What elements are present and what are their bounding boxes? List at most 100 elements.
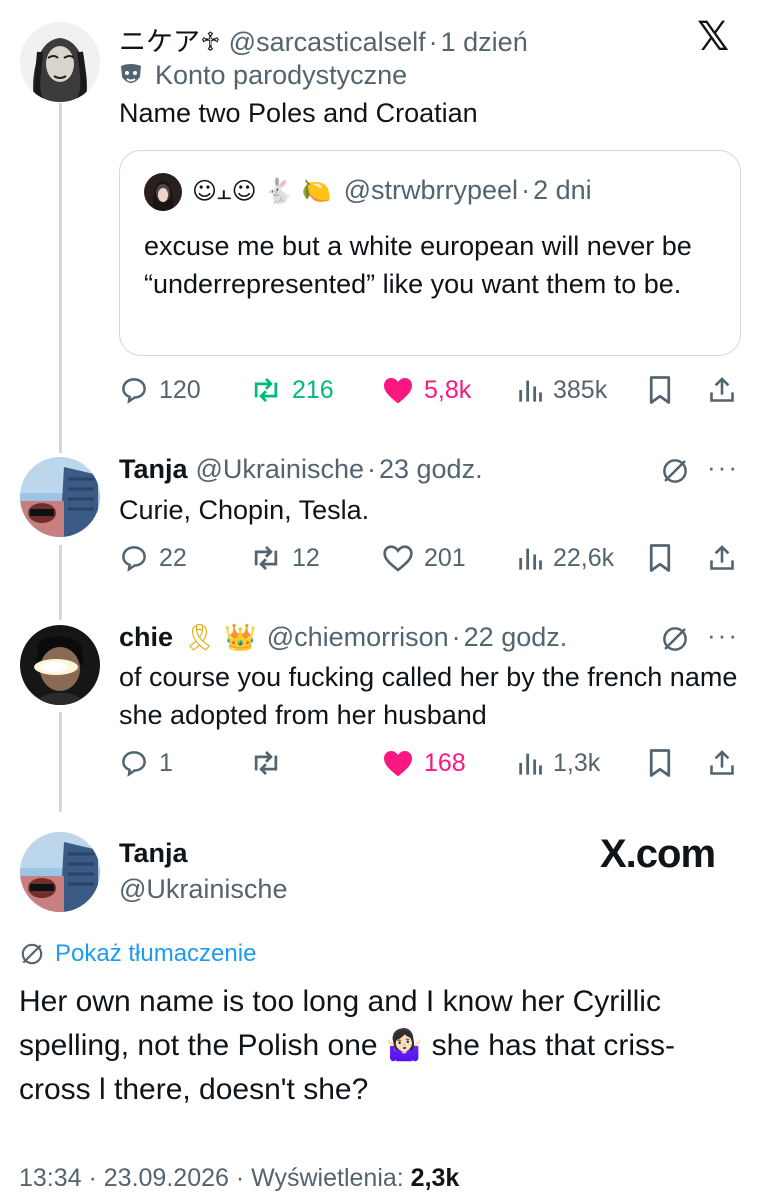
like-count: 168	[424, 748, 466, 777]
views-button[interactable]: 22,6k	[517, 538, 614, 578]
separator: ·	[428, 27, 438, 57]
like-button[interactable]: 168	[382, 743, 466, 783]
views-button[interactable]: 385k	[517, 370, 607, 410]
timestamp[interactable]: 23 godz.	[379, 454, 483, 485]
separator: ·	[451, 622, 461, 652]
repost-icon	[254, 377, 278, 403]
quoted-tweet[interactable]: ☺⫠☺ 🐇 🍋 @strwbrrypeel · 2 dni excuse me …	[119, 150, 741, 356]
show-translation-label: Pokaż tłumaczenie	[55, 940, 257, 967]
tweet-header: Tanja @Ukrainische · 23 godz.	[119, 454, 483, 485]
reply-button[interactable]: 1	[119, 743, 173, 783]
x-logo-icon[interactable]: 𝕏	[697, 14, 729, 60]
main-tweet-text: Her own name is too long and I know her …	[19, 985, 676, 1106]
more-options-button[interactable]: ···	[707, 620, 739, 651]
tweet-actions: 22 12 201 22,6k	[119, 538, 744, 578]
timestamp[interactable]: 22 godz.	[464, 622, 568, 653]
share-button[interactable]	[708, 743, 736, 783]
xcom-watermark: X.com	[600, 832, 716, 876]
main-views-count: 2,3k	[410, 1164, 460, 1192]
theater-mask-icon	[121, 63, 141, 83]
bookmark-icon	[649, 376, 671, 404]
repost-button[interactable]: 216	[250, 370, 334, 410]
quote-handle: @strwbrrypeel	[343, 175, 519, 205]
translate-icon[interactable]	[660, 456, 690, 486]
tweet-actions: 120 216 5,8k 385k	[119, 370, 744, 410]
views-count: 385k	[553, 375, 608, 404]
share-icon	[710, 377, 734, 402]
quote-time: 2 dni	[533, 175, 592, 205]
tweet-text: Curie, Chopin, Tesla.	[119, 495, 370, 525]
heart-filled-icon	[384, 751, 412, 777]
translate-icon[interactable]	[660, 624, 690, 654]
quote-header: ☺⫠☺ 🐇 🍋 @strwbrrypeel · 2 dni	[192, 175, 592, 206]
views-count: 22,6k	[553, 543, 615, 572]
tweet-header: chie 🎗 👑 @chiemorrison · 22 godz.	[119, 622, 567, 653]
main-display-name[interactable]: Tanja	[119, 838, 188, 869]
share-icon	[710, 545, 734, 570]
like-button[interactable]: 201	[382, 538, 466, 578]
like-button[interactable]: 5,8k	[382, 370, 471, 410]
reply-button[interactable]: 120	[119, 370, 201, 410]
reply-icon	[122, 546, 146, 572]
tweet-actions: 1 168 1,3k	[119, 743, 744, 783]
timestamp-and-views-label: 13:34 · 23.09.2026 · Wyświetlenia:	[19, 1164, 411, 1192]
repost-icon	[254, 750, 278, 776]
repost-count: 12	[292, 543, 320, 572]
show-translation-link[interactable]: Pokaż tłumaczenie	[19, 940, 256, 968]
display-name[interactable]: ニケア♱	[119, 20, 221, 59]
handle[interactable]: @Ukrainische	[196, 454, 364, 485]
views-button[interactable]: 1,3k	[517, 743, 600, 783]
quote-display-name: ☺⫠☺ 🐇 🍋	[192, 177, 332, 205]
repost-button[interactable]: 12	[250, 538, 320, 578]
heart-icon	[383, 545, 413, 572]
bookmark-icon	[649, 749, 671, 777]
bookmark-button[interactable]	[647, 538, 673, 578]
share-button[interactable]	[708, 538, 736, 578]
thread-line	[59, 545, 62, 620]
quote-text: excuse me but a white european will neve…	[144, 231, 692, 299]
reply-button[interactable]: 22	[119, 538, 187, 578]
reply-count: 120	[159, 375, 201, 404]
quote-avatar	[144, 173, 182, 211]
main-handle[interactable]: @Ukrainische	[119, 874, 287, 905]
bookmark-button[interactable]	[647, 743, 673, 783]
views-icon	[519, 380, 542, 402]
like-count: 201	[424, 543, 466, 572]
more-options-button[interactable]: ···	[707, 452, 739, 483]
avatar[interactable]	[20, 832, 100, 912]
thread-line	[59, 712, 62, 812]
reply-count: 1	[159, 748, 173, 777]
profile-badges: 🎗 👑	[183, 623, 257, 653]
reply-icon	[122, 378, 146, 404]
separator: ·	[521, 175, 531, 205]
translate-icon	[21, 943, 43, 965]
avatar[interactable]	[20, 22, 100, 102]
repost-count: 216	[292, 375, 334, 404]
tweet-header: ニケア♱ @sarcasticalself · 1 dzień	[119, 20, 528, 59]
repost-button[interactable]	[250, 743, 292, 783]
avatar[interactable]	[20, 625, 100, 705]
avatar[interactable]	[20, 457, 100, 537]
parody-label: Konto parodystyczne	[119, 60, 407, 91]
like-count: 5,8k	[424, 375, 472, 404]
parody-label-text: Konto parodystyczne	[155, 60, 408, 90]
views-icon	[519, 548, 542, 570]
display-name[interactable]: Tanja	[119, 454, 188, 485]
bookmark-icon	[649, 544, 671, 572]
bookmark-button[interactable]	[647, 370, 673, 410]
reply-icon	[122, 751, 146, 777]
timestamp[interactable]: 1 dzień	[441, 27, 528, 58]
share-button[interactable]	[708, 370, 736, 410]
display-name[interactable]: chie	[119, 622, 173, 653]
handle[interactable]: @chiemorrison	[267, 622, 449, 653]
share-icon	[710, 750, 734, 775]
repost-icon	[254, 545, 278, 571]
heart-filled-icon	[384, 378, 412, 404]
tweet-text: Name two Poles and Croatian	[119, 98, 478, 128]
thread-line	[59, 103, 62, 453]
reply-count: 22	[159, 543, 187, 572]
main-tweet-meta: 13:34 · 23.09.2026 · Wyświetlenia: 2,3k	[19, 1164, 459, 1193]
handle[interactable]: @sarcasticalself	[229, 27, 426, 58]
separator: ·	[366, 454, 376, 484]
tweet-text: of course you fucking called her by the …	[119, 662, 738, 730]
